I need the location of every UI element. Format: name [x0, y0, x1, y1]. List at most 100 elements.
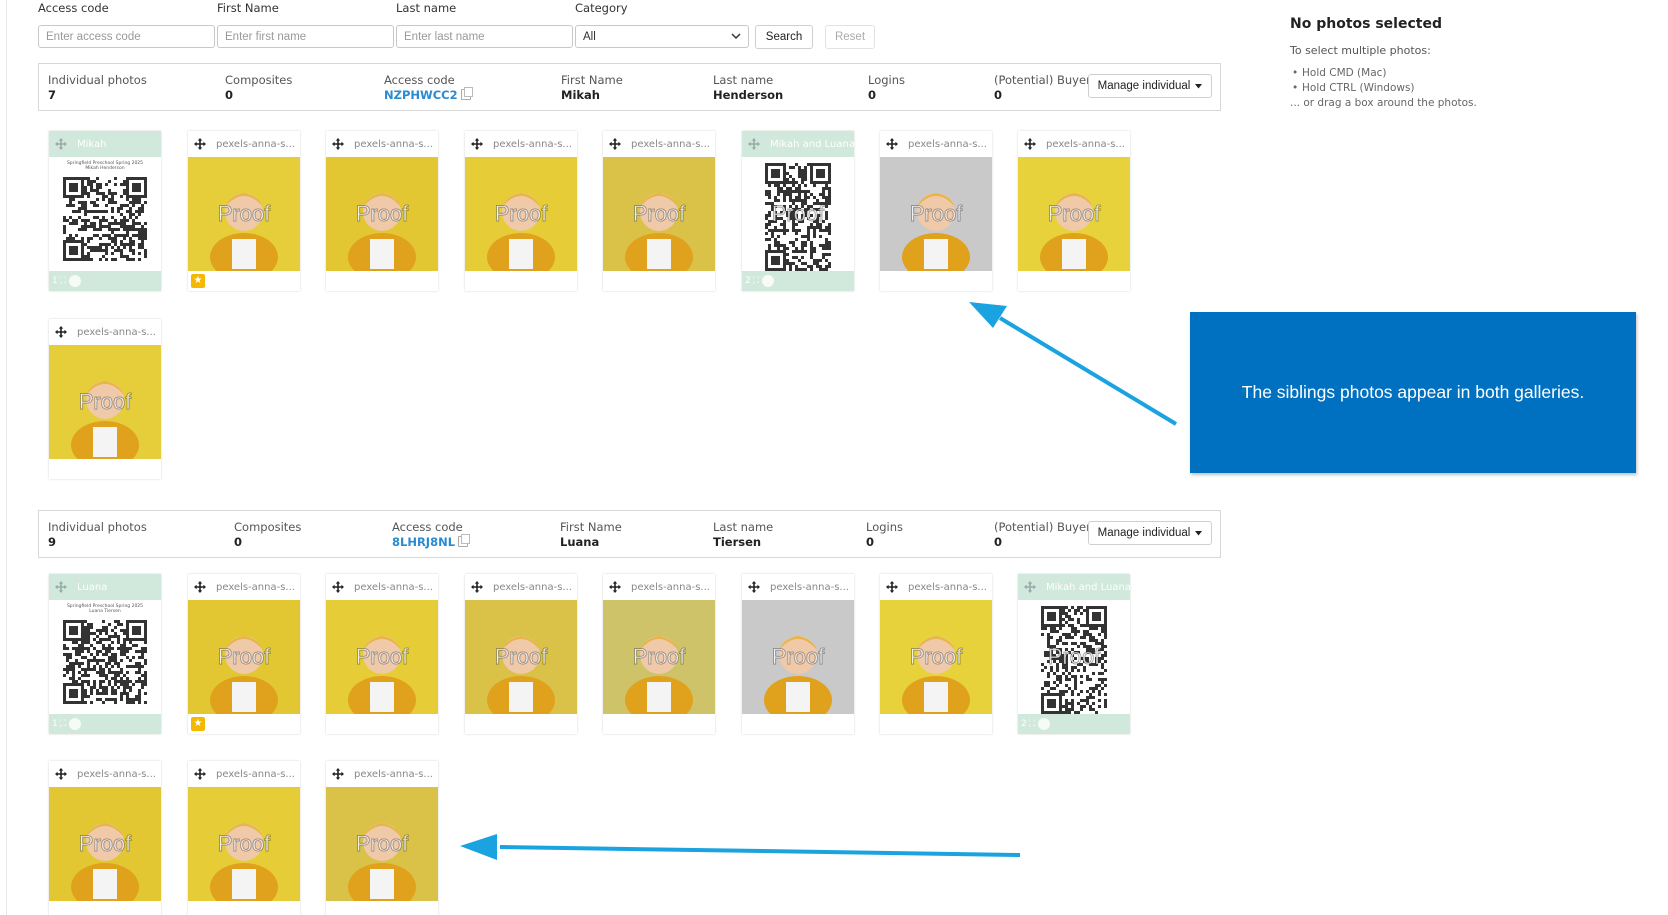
first-name-header: First Name: [561, 73, 623, 87]
copy-icon[interactable]: [458, 534, 471, 547]
manage-individual-button[interactable]: Manage individual: [1088, 74, 1212, 98]
photo-card[interactable]: pexels-anna-s... Proof: [465, 574, 577, 734]
logins-header: Logins: [868, 73, 906, 87]
star-icon[interactable]: ★: [191, 717, 205, 731]
photo-card[interactable]: pexels-anna-s... Proof: [880, 131, 992, 291]
photo-card[interactable]: pexels-anna-s... Proof ★: [188, 131, 300, 291]
move-icon[interactable]: [471, 138, 483, 150]
composite-card[interactable]: Mikah and Luana Proof 2 ⛶: [1018, 574, 1130, 734]
tip-windows: Hold CTRL (Windows): [1290, 81, 1610, 96]
photo-card[interactable]: pexels-anna-s... Proof: [603, 574, 715, 734]
composites-cell: Composites 0: [225, 73, 292, 103]
selection-intro: To select multiple photos:: [1290, 44, 1431, 57]
access-code-input[interactable]: [38, 25, 215, 48]
card-image[interactable]: Proof: [465, 600, 577, 714]
composite-card[interactable]: Mikah Springfield Preschool Spring 2025 Mi…: [49, 131, 161, 291]
card-image[interactable]: Proof: [49, 345, 161, 459]
card-footer: [742, 714, 854, 734]
photo-card[interactable]: pexels-anna-s... Proof: [188, 761, 300, 915]
tip-mac: Hold CMD (Mac): [1290, 66, 1610, 81]
card-image[interactable]: Proof: [188, 157, 300, 271]
star-icon[interactable]: ★: [191, 274, 205, 288]
copy-icon[interactable]: [460, 87, 473, 100]
chevron-down-icon: [731, 33, 741, 40]
card-footer: ★: [188, 271, 300, 291]
move-icon[interactable]: [194, 138, 206, 150]
card-image[interactable]: Proof: [188, 787, 300, 901]
move-icon[interactable]: [886, 138, 898, 150]
hidden-eye-icon[interactable]: [1038, 718, 1051, 730]
move-icon[interactable]: [55, 326, 67, 338]
move-icon[interactable]: [55, 138, 67, 150]
card-image[interactable]: Proof: [1018, 600, 1130, 714]
move-icon[interactable]: [194, 581, 206, 593]
arrow-to-gallery2: [460, 834, 1021, 860]
move-icon[interactable]: [1024, 138, 1036, 150]
card-image[interactable]: Proof: [326, 787, 438, 901]
last-name-input[interactable]: [396, 25, 573, 48]
photo-card[interactable]: pexels-anna-s... Proof: [326, 761, 438, 915]
card-image[interactable]: Proof: [603, 157, 715, 271]
photo-card[interactable]: pexels-anna-s... Proof: [49, 319, 161, 479]
photo-card[interactable]: pexels-anna-s... Proof: [880, 574, 992, 734]
card-image[interactable]: Proof: [742, 600, 854, 714]
move-icon[interactable]: [194, 768, 206, 780]
card-image[interactable]: Proof: [465, 157, 577, 271]
card-header: pexels-anna-s...: [742, 574, 854, 600]
move-icon[interactable]: [609, 581, 621, 593]
individual-photos-count: 7: [48, 88, 57, 102]
card-image[interactable]: Proof: [188, 600, 300, 714]
move-icon[interactable]: [609, 138, 621, 150]
move-icon[interactable]: [55, 768, 67, 780]
photo-card[interactable]: pexels-anna-s... Proof: [326, 574, 438, 734]
proof-watermark: Proof: [494, 644, 548, 670]
reset-button[interactable]: Reset: [825, 25, 875, 49]
card-image[interactable]: Proof: [880, 157, 992, 271]
card-image[interactable]: Springfield Preschool Spring 2025 Luana T…: [49, 600, 161, 714]
card-image[interactable]: Proof: [742, 157, 854, 271]
card-header: pexels-anna-s...: [603, 131, 715, 157]
card-image[interactable]: Proof: [1018, 157, 1130, 271]
proof-watermark: Proof: [355, 831, 409, 857]
move-icon[interactable]: [748, 138, 760, 150]
photo-card[interactable]: pexels-anna-s... Proof ★: [188, 574, 300, 734]
hidden-eye-icon[interactable]: [69, 275, 82, 287]
card-image[interactable]: Proof: [326, 157, 438, 271]
card-title: pexels-anna-s...: [354, 768, 433, 780]
photo-card[interactable]: pexels-anna-s... Proof: [1018, 131, 1130, 291]
card-header: pexels-anna-s...: [326, 761, 438, 787]
photo-card[interactable]: pexels-anna-s... Proof: [49, 761, 161, 915]
photo-card[interactable]: pexels-anna-s... Proof: [603, 131, 715, 291]
move-icon[interactable]: [748, 581, 760, 593]
card-image[interactable]: Springfield Preschool Spring 2025 Mikah H…: [49, 157, 161, 271]
composite-card[interactable]: Luana Springfield Preschool Spring 2025 Lu…: [49, 574, 161, 734]
move-icon[interactable]: [332, 768, 344, 780]
category-select[interactable]: All: [575, 25, 749, 48]
photo-card[interactable]: pexels-anna-s... Proof: [465, 131, 577, 291]
access-code-link[interactable]: NZPHWCC2: [384, 88, 458, 102]
last-name-header: Last name: [713, 520, 774, 534]
move-icon[interactable]: [886, 581, 898, 593]
card-title: pexels-anna-s...: [631, 581, 710, 593]
first-name-input[interactable]: [217, 25, 394, 48]
hidden-eye-icon[interactable]: [69, 718, 82, 730]
hidden-eye-icon[interactable]: [762, 275, 775, 287]
move-icon[interactable]: [332, 581, 344, 593]
composite-card[interactable]: Mikah and Luana Proof 2 ⛶: [742, 131, 854, 291]
access-code-link[interactable]: 8LHRJ8NL: [392, 535, 455, 549]
manage-individual-button[interactable]: Manage individual: [1088, 521, 1212, 545]
move-icon[interactable]: [471, 581, 483, 593]
card-image[interactable]: Proof: [880, 600, 992, 714]
first-name-value: Luana: [560, 535, 600, 549]
card-image[interactable]: Proof: [326, 600, 438, 714]
search-button[interactable]: Search: [755, 25, 813, 49]
photo-card[interactable]: pexels-anna-s... Proof: [742, 574, 854, 734]
card-image[interactable]: Proof: [603, 600, 715, 714]
move-icon[interactable]: [1024, 581, 1036, 593]
move-icon[interactable]: [332, 138, 344, 150]
logins-value: 0: [868, 88, 877, 102]
card-image[interactable]: Proof: [49, 787, 161, 901]
move-icon[interactable]: [55, 581, 67, 593]
card-header: Mikah and Luana: [1018, 574, 1130, 600]
photo-card[interactable]: pexels-anna-s... Proof: [326, 131, 438, 291]
